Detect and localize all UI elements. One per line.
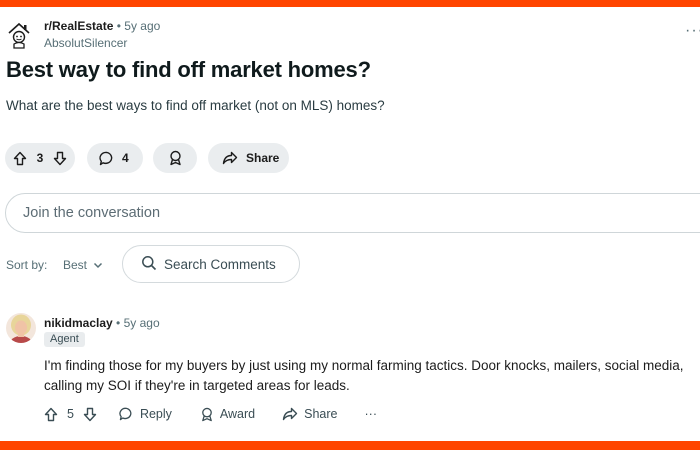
more-options-icon[interactable]: ···	[365, 407, 378, 421]
comment-actions: 5 Reply Award Share ···	[44, 404, 377, 424]
share-label: Share	[246, 151, 280, 165]
comment-icon	[99, 151, 115, 166]
comment-time: 5y ago	[123, 316, 160, 330]
share-button[interactable]: Share	[208, 143, 289, 173]
chevron-down-icon	[93, 258, 103, 272]
post-time: 5y ago	[124, 19, 161, 33]
more-options-icon[interactable]: ···	[685, 22, 700, 40]
search-comments-label: Search Comments	[164, 256, 276, 272]
upvote-icon[interactable]	[13, 151, 27, 166]
reply-icon	[119, 407, 134, 421]
comments-button[interactable]: 4	[87, 143, 143, 173]
post-author[interactable]: AbsolutSilencer	[44, 36, 127, 50]
subreddit-avatar-icon[interactable]	[6, 20, 32, 50]
award-label: Award	[219, 407, 256, 421]
award-icon	[168, 150, 183, 166]
comment-count: 4	[122, 151, 129, 165]
search-icon	[141, 255, 157, 274]
subreddit-link[interactable]: r/RealEstate	[44, 19, 113, 33]
downvote-icon[interactable]	[83, 407, 97, 422]
reply-button[interactable]: Reply	[119, 407, 172, 421]
share-icon	[222, 151, 238, 165]
post-title: Best way to find off market homes?	[6, 57, 371, 82]
upvote-icon[interactable]	[44, 407, 58, 422]
share-icon	[282, 407, 298, 421]
award-button[interactable]: Award	[200, 407, 255, 422]
commenter-avatar[interactable]	[6, 313, 36, 343]
join-conversation-input[interactable]: Join the conversation	[5, 193, 700, 233]
downvote-icon[interactable]	[53, 151, 67, 166]
sort-dropdown[interactable]: Best	[63, 258, 103, 272]
comment-meta: nikidmaclay • 5y ago	[44, 316, 160, 330]
post-meta: r/RealEstate • 5y ago	[44, 19, 161, 33]
top-brand-bar	[0, 0, 700, 7]
search-comments-button[interactable]: Search Comments	[122, 245, 300, 283]
comment-vote-control: 5	[44, 407, 97, 422]
user-flair-badge: Agent	[44, 332, 85, 347]
comment-text: I'm finding those for my buyers by just …	[44, 358, 684, 393]
comment-author[interactable]: nikidmaclay	[44, 316, 113, 330]
share-label: Share	[304, 407, 338, 421]
award-button[interactable]	[153, 143, 197, 173]
bottom-brand-bar	[0, 441, 700, 450]
reply-label: Reply	[139, 407, 172, 421]
comment-vote-count: 5	[67, 407, 74, 421]
post-vote-control: 3	[5, 143, 75, 173]
post-vote-count: 3	[36, 151, 44, 165]
join-conversation-placeholder: Join the conversation	[23, 205, 161, 221]
share-button[interactable]: Share	[282, 407, 338, 421]
sort-value: Best	[63, 258, 88, 272]
post-body: What are the best ways to find off marke…	[6, 98, 385, 113]
sort-label: Sort by:	[6, 258, 48, 272]
award-icon	[200, 407, 214, 422]
